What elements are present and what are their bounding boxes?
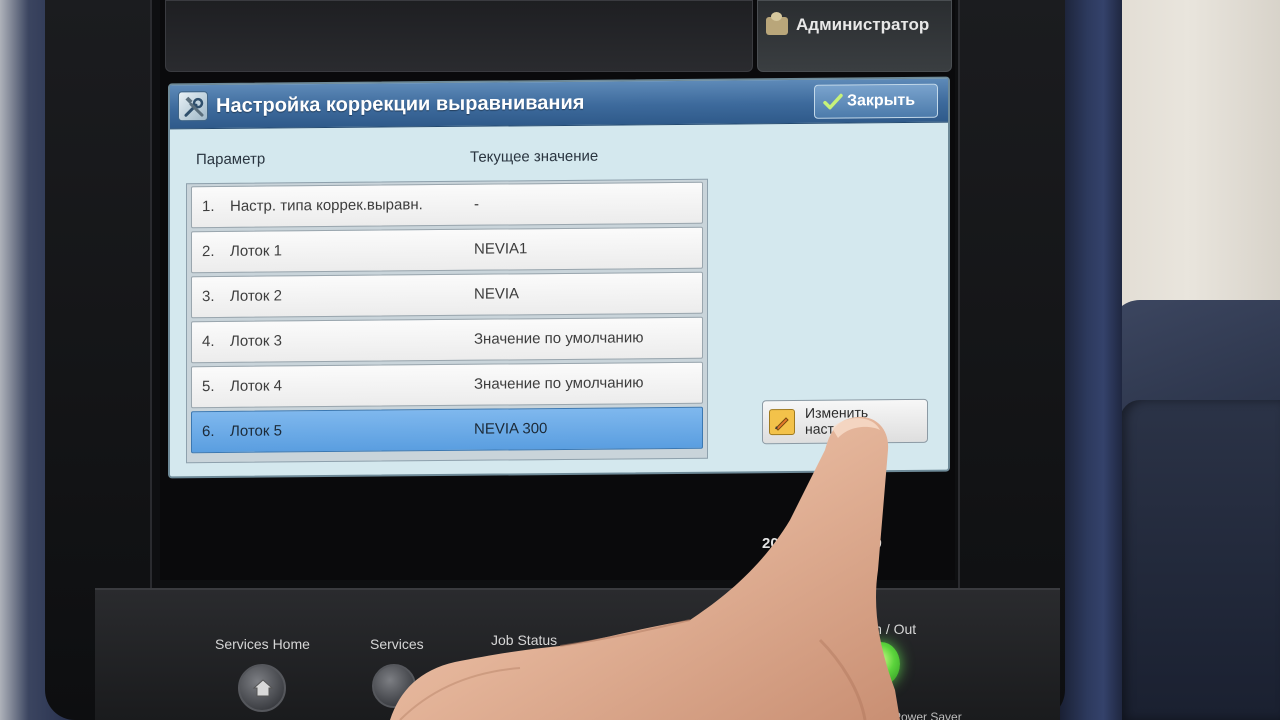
change-settings-label: Изменить наст: [805, 404, 923, 437]
row-parameter: Лоток 1: [230, 242, 282, 260]
clock-left: 20: [762, 535, 779, 552]
output-tray-lid: [1120, 400, 1280, 720]
row-parameter: Лоток 3: [230, 332, 282, 350]
alignment-correction-dialog: Настройка коррекции выравнивания Закрыть…: [168, 76, 950, 479]
change-settings-label-line1: Изменить: [805, 404, 869, 421]
row-number: 1.: [202, 198, 215, 216]
row-value: NEVIA: [474, 285, 520, 303]
hardware-button-panel: [95, 588, 1060, 720]
dialog-title: Настройка коррекции выравнивания: [216, 91, 585, 117]
list-item[interactable]: 2. Лоток 1 NEVIA1: [191, 226, 703, 274]
status-bar-area: [165, 0, 753, 72]
tools-icon: [178, 91, 208, 122]
services-home-button[interactable]: [238, 664, 286, 712]
log-in-out-label: Log In / Out: [843, 621, 917, 637]
row-number: 5.: [202, 378, 215, 396]
row-parameter: Лоток 5: [230, 422, 282, 440]
list-item[interactable]: 5. Лоток 4 Значение по умолчанию: [191, 361, 703, 409]
list-item[interactable]: 3. Лоток 2 NEVIA: [191, 271, 703, 319]
row-parameter: Настр. типа коррек.выравн.: [230, 196, 423, 215]
column-header-parameter: Параметр: [196, 150, 266, 169]
services-label: Services: [370, 636, 424, 652]
admin-label: Администратор: [796, 15, 930, 34]
dialog-header: Настройка коррекции выравнивания Закрыть: [170, 78, 948, 130]
row-number: 4.: [202, 333, 215, 351]
power-saver-label: Power Saver: [893, 710, 962, 720]
job-status-label: Job Status: [491, 632, 558, 648]
row-value: -: [474, 195, 479, 213]
admin-user-icon: [766, 12, 788, 35]
log-in-out-button[interactable]: [862, 642, 900, 686]
row-value: NEVIA 300: [474, 420, 548, 438]
machine-status-label: e Status: [648, 627, 700, 643]
row-number: 2.: [202, 243, 215, 261]
row-value: Значение по умолчанию: [474, 329, 644, 348]
clock-right: :39: [860, 535, 882, 552]
change-settings-label-line2: наст: [805, 420, 834, 437]
row-parameter: Лоток 2: [230, 287, 282, 305]
row-value: Значение по умолчанию: [474, 374, 644, 393]
close-button-label: Закрыть: [847, 91, 916, 110]
row-value: NEVIA1: [474, 240, 528, 258]
pencil-icon: [769, 408, 795, 436]
touch-screen: Администратор Настройка коррекции выравн…: [160, 0, 955, 580]
admin-user-indicator[interactable]: Администратор: [757, 0, 952, 72]
services-button[interactable]: [372, 664, 416, 708]
list-item[interactable]: 1. Настр. типа коррек.выравн. -: [191, 181, 703, 229]
row-number: 6.: [202, 423, 215, 441]
checkmark-icon: [823, 93, 843, 110]
services-home-label: Services Home: [215, 636, 310, 652]
close-button[interactable]: Закрыть: [814, 83, 938, 119]
home-icon: [252, 679, 274, 697]
row-number: 3.: [202, 288, 215, 306]
list-item-selected[interactable]: 6. Лоток 5 NEVIA 300: [191, 406, 703, 454]
settings-list: 1. Настр. типа коррек.выравн. - 2. Лоток…: [186, 178, 708, 464]
change-settings-button[interactable]: Изменить наст: [762, 398, 928, 445]
column-header-current-value: Текущее значение: [470, 147, 599, 166]
device-side-panel-right: [1060, 0, 1122, 720]
row-parameter: Лоток 4: [230, 377, 282, 395]
list-item[interactable]: 4. Лоток 3 Значение по умолчанию: [191, 316, 703, 364]
